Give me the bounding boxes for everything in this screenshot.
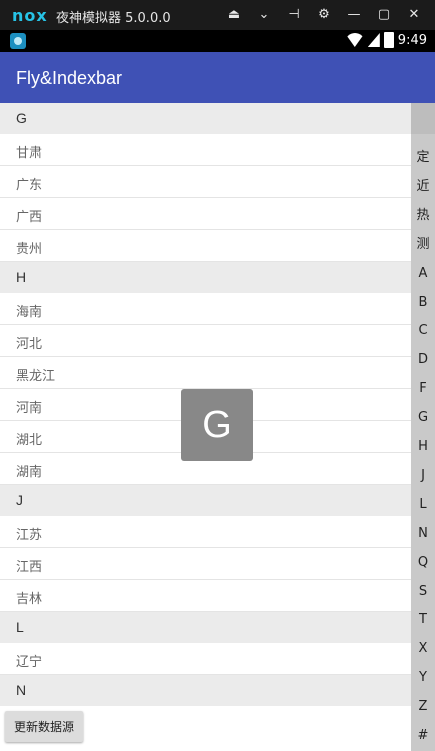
- section-header-label: H: [16, 269, 27, 285]
- section-header-label: J: [16, 492, 23, 508]
- section-header: G: [0, 103, 411, 134]
- index-bar-letter[interactable]: L: [411, 491, 435, 519]
- index-bar[interactable]: 定近热测 A B C D F G H J L N Q S T X Y Z #: [411, 103, 435, 751]
- list-item-label: 黑龙江: [16, 369, 56, 384]
- list-item[interactable]: 海南: [0, 293, 411, 325]
- emulator-title: 夜神模拟器 5.0.0.0: [56, 11, 171, 26]
- index-bar-letter[interactable]: T: [411, 606, 435, 634]
- status-indicators: 9:49: [346, 32, 427, 48]
- settings-icon[interactable]: ⚙: [309, 5, 339, 25]
- list-item-label: 广西: [16, 210, 43, 225]
- dropdown-icon[interactable]: ⌄: [249, 5, 279, 25]
- index-bar-letter[interactable]: D: [411, 346, 435, 374]
- wifi-icon: [346, 33, 364, 47]
- toolbar-title: Fly&Indexbar: [16, 68, 123, 88]
- section-header-label: L: [16, 619, 24, 635]
- section-header-label: G: [16, 110, 27, 126]
- list-item-label: 江苏: [16, 528, 43, 543]
- close-icon[interactable]: ✕: [399, 5, 429, 25]
- index-bar-letter[interactable]: Y: [411, 664, 435, 692]
- keymap-icon[interactable]: ⏏: [219, 5, 249, 25]
- section-header: J: [0, 485, 411, 516]
- list-item[interactable]: 吉林: [0, 580, 411, 612]
- nox-logo: nox: [12, 6, 48, 25]
- list-item[interactable]: 甘肃: [0, 134, 411, 166]
- list-item[interactable]: 贵州: [0, 230, 411, 262]
- index-bar-letter[interactable]: G: [411, 404, 435, 432]
- index-bar-letter[interactable]: 定: [411, 144, 435, 172]
- list-item-label: 广东: [16, 178, 43, 193]
- status-time: 9:49: [397, 32, 427, 48]
- list-item[interactable]: 河北: [0, 325, 411, 357]
- list-item-label: 甘肃: [16, 146, 43, 161]
- list-item[interactable]: 江苏: [0, 516, 411, 548]
- emulator-title-bar: nox 夜神模拟器 5.0.0.0 ⏏ ⌄ ⊣ ⚙ — ▢ ✕: [0, 0, 435, 30]
- section-header: L: [0, 612, 411, 643]
- index-bar-letter[interactable]: #: [411, 722, 435, 750]
- index-bar-letter[interactable]: J: [411, 462, 435, 490]
- app-toolbar: Fly&Indexbar: [0, 52, 435, 103]
- signal-icon: [367, 33, 380, 47]
- index-overlay-letter: G: [181, 389, 253, 461]
- list-item[interactable]: 黑龙江: [0, 357, 411, 389]
- list-item[interactable]: 江西: [0, 548, 411, 580]
- maximize-icon[interactable]: ▢: [369, 5, 399, 25]
- list-item-label: 吉林: [16, 592, 43, 607]
- list-item-label: 河南: [16, 401, 43, 416]
- minimize-icon[interactable]: —: [339, 5, 369, 25]
- list-item-label: 海南: [16, 305, 43, 320]
- index-bar-letter[interactable]: A: [411, 260, 435, 288]
- index-bar-letter[interactable]: 近: [411, 173, 435, 201]
- section-header-label: N: [16, 682, 27, 698]
- index-bar-top: [411, 103, 435, 134]
- status-bar: 9:49: [0, 30, 435, 52]
- index-bar-letter[interactable]: Z: [411, 693, 435, 721]
- index-bar-letter[interactable]: S: [411, 578, 435, 606]
- list-item-label: 贵州: [16, 242, 43, 257]
- pin-icon[interactable]: ⊣: [279, 5, 309, 25]
- emulator-window-controls: ⏏ ⌄ ⊣ ⚙ — ▢ ✕: [219, 5, 429, 25]
- index-bar-letter[interactable]: 热: [411, 202, 435, 230]
- refresh-data-button[interactable]: 更新数据源: [5, 711, 83, 742]
- list-item-label: 江西: [16, 560, 43, 575]
- list-item-label: 辽宁: [16, 655, 43, 670]
- section-header: N: [0, 675, 411, 706]
- list-item-label: 湖北: [16, 433, 43, 448]
- battery-icon: [383, 32, 394, 48]
- section-header: H: [0, 262, 411, 293]
- list-item-label: 河北: [16, 337, 43, 352]
- index-bar-letter[interactable]: H: [411, 433, 435, 461]
- list-item[interactable]: 辽宁: [0, 643, 411, 675]
- index-bar-letter[interactable]: X: [411, 635, 435, 663]
- index-bar-letter[interactable]: B: [411, 289, 435, 317]
- list-item-label: 湖南: [16, 465, 43, 480]
- app-notification-icon: [10, 33, 26, 49]
- index-bar-letter[interactable]: F: [411, 375, 435, 403]
- index-bar-letter[interactable]: C: [411, 317, 435, 345]
- index-bar-letter[interactable]: Q: [411, 549, 435, 577]
- list-item[interactable]: 广西: [0, 198, 411, 230]
- list-item[interactable]: 广东: [0, 166, 411, 198]
- index-bar-letter[interactable]: N: [411, 520, 435, 548]
- index-bar-letter[interactable]: 测: [411, 231, 435, 259]
